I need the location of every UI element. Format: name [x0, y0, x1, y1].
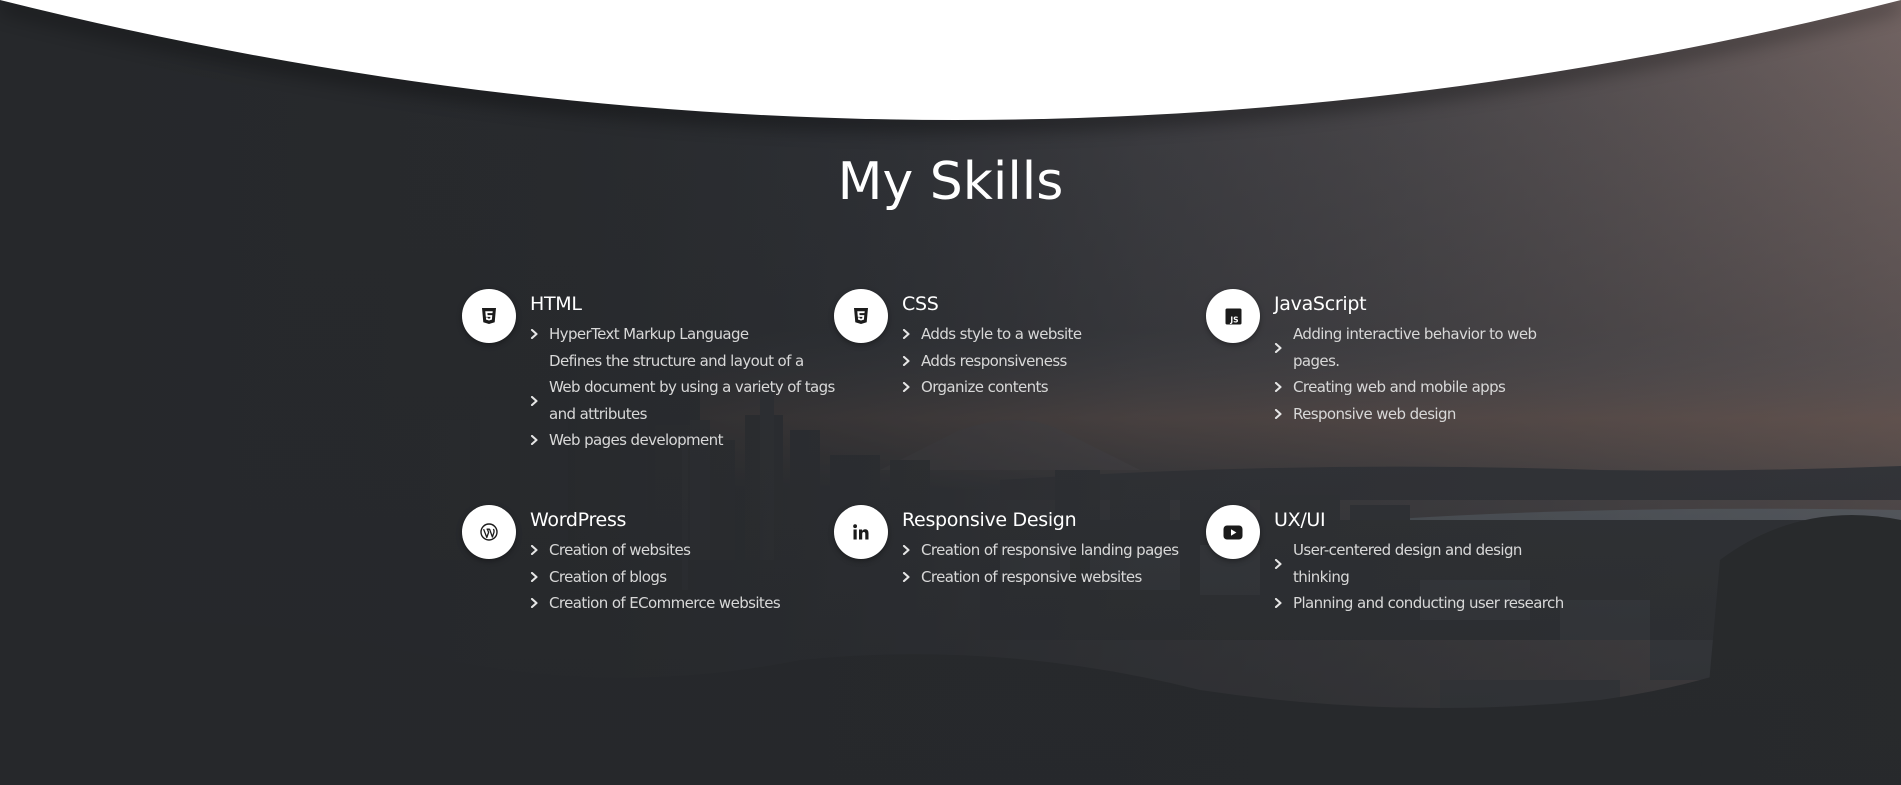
skill-list-item: Adds responsiveness [902, 348, 1081, 375]
skill-title: UX/UI [1274, 509, 1326, 531]
chevron-right-icon [902, 355, 910, 366]
skill-list: Adds style to a website Adds responsivene… [902, 321, 1082, 401]
skill-list-item: User-centered design and design thinking [1274, 537, 1564, 590]
skill-list: Creation of responsive landing pages Crea… [902, 537, 1179, 591]
skill-item-text: Creating web and mobile apps [1293, 378, 1506, 396]
wordpress-icon [462, 505, 516, 559]
skill-item-text: Web pages development [549, 431, 723, 449]
svg-text:JS: JS [1229, 315, 1238, 324]
chevron-right-icon [530, 329, 538, 339]
skill-list-item: Creation of responsive websites [902, 564, 1178, 591]
skill-list-item: HyperText Markup Language Defines the str… [530, 321, 835, 374]
skill-item-text: Creation of ECommerce websites [549, 594, 781, 612]
css3-icon [834, 289, 888, 343]
chevron-right-icon [530, 571, 538, 582]
skill-list-item: Web pages development [530, 427, 835, 454]
chevron-right-icon [902, 545, 910, 556]
skill-list-item: Adds style to a website [902, 321, 1082, 348]
chevron-right-icon [1274, 558, 1282, 569]
skill-list-item: Creation of ECommerce websites [530, 590, 781, 617]
skill-item-text: Organize contents [921, 378, 1049, 396]
chevron-right-icon [902, 329, 910, 340]
skill-list: Adding interactive behavior to web pages.… [1274, 321, 1537, 428]
skill-list: User-centered design and design thinking P… [1274, 537, 1564, 617]
chevron-right-icon [530, 435, 538, 446]
skill-item-text: Creation of responsive websites [921, 567, 1142, 586]
skill-title: CSS [902, 293, 939, 315]
skill-item-text: and attributes [549, 404, 647, 423]
chevron-right-icon [1274, 382, 1282, 393]
skill-list-item: Planning and conducting user research [1274, 590, 1564, 617]
skill-item-text: Responsive web design [1293, 404, 1456, 423]
skill-list-item: Organize contents [902, 374, 1081, 401]
skill-item-text: Creation of blogs [549, 567, 667, 586]
skill-item-text: Web document by using a variety of tags [549, 378, 835, 396]
youtube-icon [1206, 505, 1260, 559]
skill-item-text: Planning and conducting user research [1293, 594, 1564, 612]
skill-item-text: Adds responsiveness [921, 351, 1067, 370]
linkedin-icon [834, 505, 888, 559]
skill-title: WordPress [530, 509, 627, 531]
skill-item-text: thinking [1293, 567, 1350, 586]
skill-list-item: Responsive web design [1274, 401, 1536, 428]
chevron-right-icon [530, 598, 538, 609]
skill-item-text: pages. [1293, 351, 1340, 370]
skill-list-item: Creating web and mobile apps [1274, 374, 1536, 401]
skill-list-item: Creation of responsive landing pages [902, 537, 1179, 564]
chevron-right-icon [902, 571, 910, 582]
skill-list-item: Creation of blogs [530, 564, 780, 591]
skill-list: Creation of websites Creation of blogs Cre… [530, 537, 781, 617]
javascript-icon: JS [1206, 289, 1260, 343]
chevron-right-icon [1274, 408, 1282, 419]
skill-item-text: User-centered design and design [1293, 541, 1522, 559]
chevron-right-icon [530, 545, 538, 556]
skill-list-item: Adding interactive behavior to web pages. [1274, 321, 1537, 374]
skill-item-text: Creation of websites [549, 541, 691, 559]
html5-icon [462, 289, 516, 343]
skill-item-text: Adding interactive behavior to web [1293, 325, 1537, 343]
skill-list: HyperText Markup Language Defines the str… [530, 321, 835, 454]
skill-item-text: Creation of responsive landing pages [921, 541, 1179, 559]
chevron-right-icon [1274, 598, 1282, 609]
chevron-right-icon [902, 382, 910, 393]
skill-title: HTML [530, 293, 582, 315]
skill-item-text: Defines the structure and layout of a [549, 351, 804, 370]
skill-item-text: HyperText Markup Language [549, 325, 749, 343]
section-title: My Skills [837, 152, 1064, 212]
chevron-right-icon [530, 395, 538, 406]
skill-title: JavaScript [1274, 293, 1367, 315]
chevron-right-icon [1274, 342, 1282, 353]
skill-list-item: Creation of websites [530, 537, 780, 564]
skill-list-item: Web document by using a variety of tags a… [530, 374, 835, 427]
skill-item-text: Adds style to a website [921, 325, 1082, 343]
skill-title: Responsive Design [902, 509, 1077, 531]
